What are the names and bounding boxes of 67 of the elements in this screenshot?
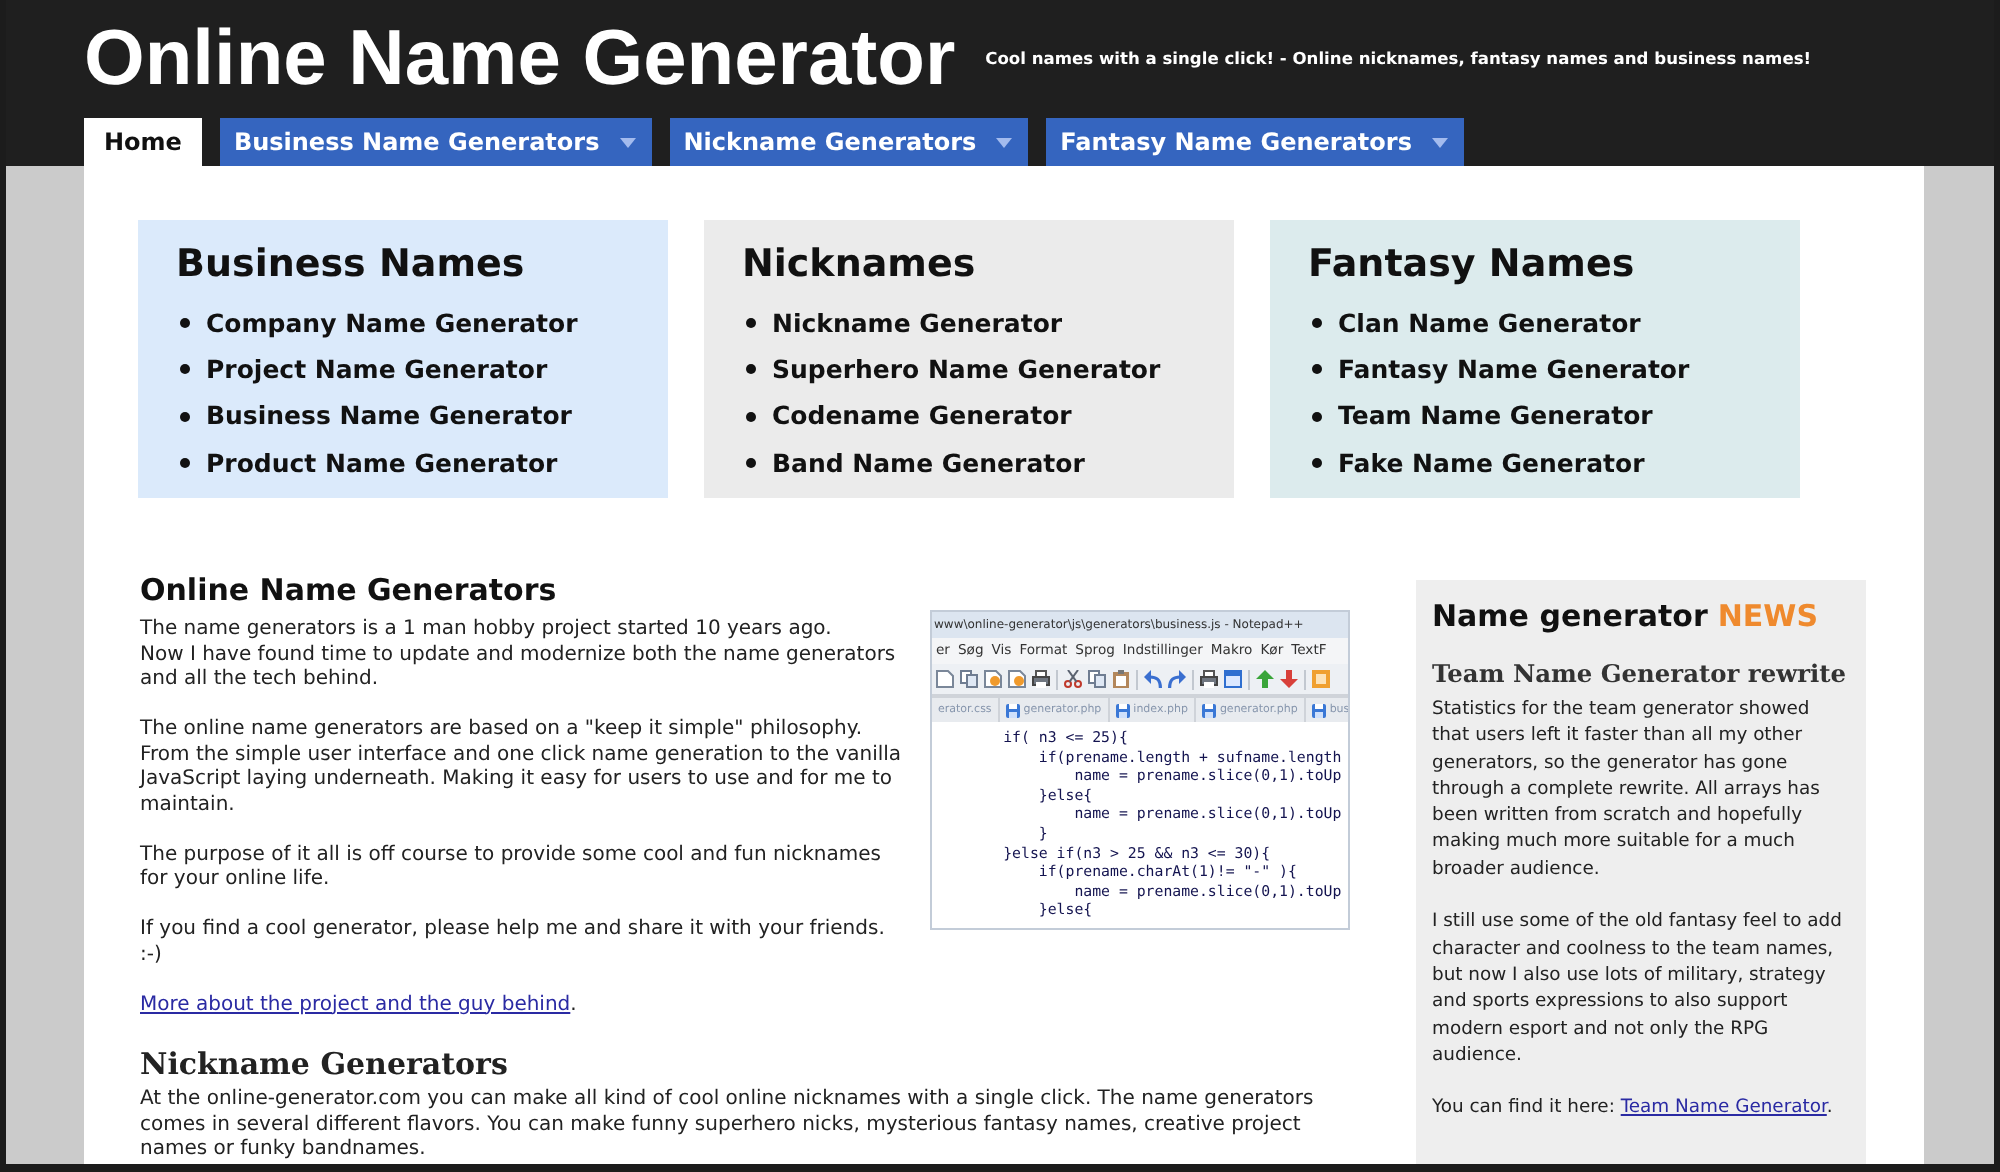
- caret-icon: [996, 137, 1013, 147]
- down-arrow-icon: [1280, 670, 1298, 688]
- redo-icon: [1168, 670, 1186, 688]
- window-icon: [1224, 670, 1242, 688]
- body-text: If you find a cool generator, please help me and share it with your friends. :-): [140, 918, 887, 968]
- bullet-icon: [1312, 458, 1322, 469]
- category-link[interactable]: Fake Name Generator: [1338, 447, 1645, 480]
- card-title: Business Names: [176, 240, 527, 288]
- card-title: Fantasy Names: [1308, 240, 1637, 288]
- body-text: More about the project and the guy behind.: [140, 993, 579, 1018]
- body-text: The name generators is a 1 man hobby project started 10 years ago. Now I have found time to update and modernize both the name generators and all the tech behind.: [140, 618, 898, 693]
- bullet-icon: [1312, 364, 1322, 375]
- body-text: At the online-generator.com you can make all kind of cool online nicknames with a single click. The name generators comes in several different flavors. You can make funny superhero nicks, mysterious fantasy names, creative project names or funky bandnames.: [140, 1088, 1316, 1163]
- printer-icon: [1032, 670, 1050, 688]
- news-link[interactable]: Team Name Generator: [1620, 1096, 1827, 1119]
- page-icon: [984, 670, 1002, 688]
- category-link[interactable]: Nickname Generator: [772, 307, 1063, 340]
- news-label: NEWS: [1717, 598, 1819, 634]
- scissors-icon: [1064, 670, 1082, 688]
- caret-icon: [1431, 137, 1448, 147]
- square-icon: [1312, 670, 1330, 688]
- copy-icon: [960, 670, 978, 688]
- card-title: Nicknames: [742, 240, 978, 288]
- bullet-icon: [746, 364, 756, 375]
- bullet-icon: [746, 318, 756, 329]
- category-link[interactable]: Superhero Name Generator: [772, 353, 1161, 386]
- category-link[interactable]: Team Name Generator: [1338, 400, 1653, 433]
- page-icon: [936, 670, 954, 688]
- section-heading: Nickname Generators: [140, 1046, 510, 1082]
- category-link[interactable]: Business Name Generator: [206, 400, 572, 433]
- bullet-icon: [180, 318, 190, 329]
- site-title: Online Name Generator: [84, 20, 956, 98]
- caret-icon: [619, 137, 636, 147]
- copy-icon: [1088, 670, 1106, 688]
- undo-icon: [1144, 670, 1162, 688]
- up-arrow-icon: [1256, 670, 1274, 688]
- news-headline: Team Name Generator rewrite: [1432, 658, 1847, 690]
- category-link[interactable]: Project Name Generator: [206, 353, 548, 386]
- more-link[interactable]: More about the project and the guy behind: [140, 993, 571, 1015]
- site-tagline: Cool names with a single click! - Online nicknames, fantasy names and business names!: [985, 49, 1812, 69]
- nav-tab[interactable]: Fantasy Name Generators: [1046, 118, 1464, 166]
- body-text: The online name generators are based on a "keep it simple" philosophy. From the simple user interface and one click name generation to the vanilla JavaScript laying underneath. Making it easy for users to use and for me to maintain.: [140, 718, 904, 818]
- category-link[interactable]: Clan Name Generator: [1338, 307, 1641, 340]
- category-link[interactable]: Codename Generator: [772, 400, 1072, 433]
- page-icon: [1008, 670, 1026, 688]
- category-link[interactable]: Fantasy Name Generator: [1338, 353, 1690, 386]
- section-heading: Online Name Generators: [140, 572, 559, 608]
- news-text: You can find it here: Team Name Generator.: [1432, 1094, 1835, 1122]
- bullet-icon: [1312, 411, 1322, 422]
- nav-tab[interactable]: Nickname Generators: [669, 118, 1029, 166]
- nav-tab[interactable]: Business Name Generators: [219, 118, 652, 166]
- category-link[interactable]: Product Name Generator: [206, 447, 558, 480]
- bullet-icon: [180, 458, 190, 469]
- body-text: The purpose of it all is off course to provide some cool and fun nicknames for your online life.: [140, 843, 883, 893]
- bullet-icon: [746, 411, 756, 422]
- clipboard-icon: [1112, 670, 1130, 688]
- bullet-icon: [180, 364, 190, 375]
- news-title: Name generator: [1432, 598, 1708, 634]
- category-link[interactable]: Band Name Generator: [772, 447, 1085, 480]
- nav-tab[interactable]: Home: [84, 118, 202, 166]
- news-text: Statistics for the team generator showed that users left it faster than all my other generators, so the generator has gone through a complete rewrite. All arrays has been written from scratch and hopefully making much more suitable for a much broader audience.: [1432, 696, 1822, 883]
- bullet-icon: [746, 458, 756, 469]
- bullet-icon: [180, 411, 190, 422]
- bullet-icon: [1312, 318, 1322, 329]
- printer-icon: [1200, 670, 1218, 688]
- news-text: I still use some of the old fantasy feel to add character and coolness to the team names, but now I also use lots of military, strategy and sports expressions to also support modern esport and not only the RPG audience.: [1432, 908, 1844, 1069]
- category-link[interactable]: Company Name Generator: [206, 307, 578, 340]
